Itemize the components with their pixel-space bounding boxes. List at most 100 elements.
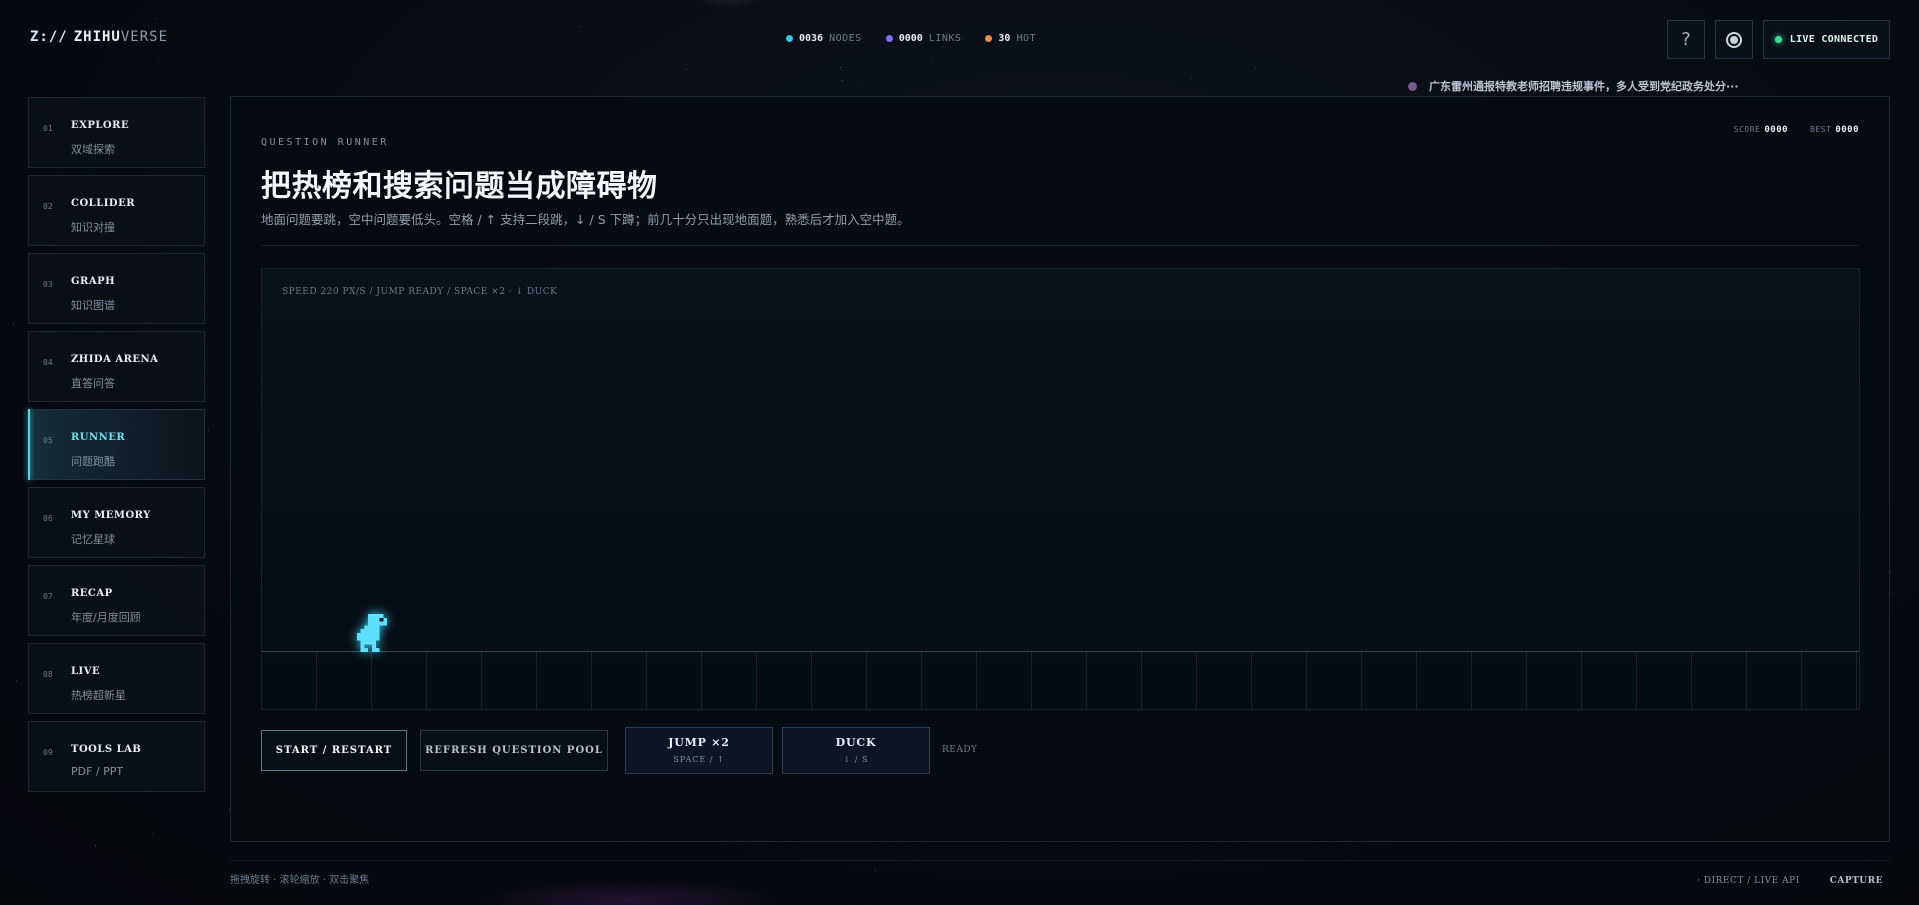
- sidebar-item-index: 05: [43, 436, 53, 445]
- live-label: LIVE CONNECTED: [1789, 34, 1879, 45]
- sidebar-item-sublabel: 知识图谱: [71, 299, 115, 312]
- logo-light: VERSE: [120, 29, 169, 45]
- stat-links: 0000 LINKS: [885, 33, 962, 44]
- sidebar-item-sublabel: 直答问答: [71, 377, 115, 390]
- duck-title: DUCK: [835, 736, 877, 749]
- footer-hints: 拖拽旋转 · 滚轮缩放 · 双击聚焦: [230, 875, 370, 886]
- section-eyebrow: QUESTION RUNNER: [261, 137, 389, 148]
- header-stats: 0036 NODES 0000 LINKS 30 HOT: [786, 33, 1036, 44]
- hot-dot-icon: [985, 35, 993, 42]
- sidebar-item-sublabel: 记忆星球: [71, 533, 115, 546]
- star-dot: [208, 430, 209, 431]
- start-restart-button[interactable]: START / RESTART: [261, 729, 407, 771]
- nodes-dot-icon: [786, 35, 793, 42]
- sidebar-item-label: TOOLS LAB: [71, 744, 142, 755]
- star-dot: [875, 870, 876, 871]
- sidebar-item-recap[interactable]: 07 RECAP 年度/月度回顾: [28, 565, 205, 636]
- sidebar-item-my-memory[interactable]: 06 MY MEMORY 记忆星球: [28, 487, 205, 558]
- best-display: BEST 0000: [1810, 125, 1859, 135]
- page-subtitle: 地面问题要跳，空中问题要低头。空格 / ↑ 支持二段跳，↓ / S 下蹲；前几十…: [261, 212, 910, 227]
- hot-ticker[interactable]: 广东雷州通报特教老师招聘违规事件，多人受到党纪政务处分···: [1408, 78, 1739, 94]
- sidebar-item-sublabel: 知识对撞: [71, 221, 115, 234]
- ground-floor: [262, 652, 1859, 709]
- stat-label: NODES: [829, 33, 862, 44]
- sidebar-item-sublabel: 问题跑酷: [71, 455, 115, 468]
- help-button[interactable]: ?: [1667, 20, 1705, 59]
- sidebar-item-live[interactable]: 08 LIVE 热榜超新星: [28, 643, 205, 714]
- links-dot-icon: [885, 35, 893, 42]
- stat-value: 30: [998, 33, 1011, 44]
- star-dot: [840, 67, 841, 68]
- sidebar-item-label: RUNNER: [71, 432, 126, 443]
- sidebar-item-label: COLLIDER: [71, 198, 136, 209]
- star-dot: [943, 46, 944, 47]
- sidebar-item-graph[interactable]: 03 GRAPH 知识图谱: [28, 253, 205, 324]
- duck-button[interactable]: DUCK ↓ / S: [782, 726, 930, 774]
- sidebar-item-index: 08: [43, 670, 53, 679]
- star-dot: [1191, 77, 1192, 78]
- game-controls: START / RESTART REFRESH QUESTION POOL JU…: [261, 726, 978, 774]
- ticker-dot-icon: [1408, 81, 1417, 91]
- logo-bold: ZHIHU: [73, 29, 121, 45]
- game-hud: SPEED 220 PX/S / JUMP READY / SPACE ×2 ·…: [282, 287, 558, 297]
- runner-panel: QUESTION RUNNER SCORE 0000 BEST 0000 把热榜和搜…: [230, 96, 1890, 842]
- page-title: 把热榜和搜索问题当成障碍物: [261, 169, 658, 204]
- api-mode-label: · DIRECT / LIVE API: [1697, 876, 1800, 886]
- sidebar-item-label: GRAPH: [71, 276, 116, 287]
- jump-keys: SPACE / ↑: [673, 755, 725, 764]
- score-label: SCORE: [1733, 125, 1761, 134]
- sidebar-item-index: 02: [43, 202, 53, 211]
- stat-nodes: 0036 NODES: [786, 33, 862, 44]
- theme-toggle-icon: [1726, 31, 1742, 48]
- stat-label: LINKS: [928, 33, 962, 44]
- sidebar-item-label: EXPLORE: [71, 120, 130, 131]
- sidebar-item-collider[interactable]: 02 COLLIDER 知识对撞: [28, 175, 205, 246]
- ticker-text: 广东雷州通报特教老师招聘违规事件，多人受到党纪政务处分···: [1429, 80, 1739, 93]
- theme-toggle-button[interactable]: [1715, 20, 1753, 59]
- pixel-dino-icon: [356, 614, 388, 652]
- star-dot: [1255, 68, 1256, 69]
- stat-value: 0036: [799, 33, 824, 44]
- sidebar-item-explore[interactable]: 01 EXPLORE 双域探索: [28, 97, 205, 168]
- sidebar-item-label: MY MEMORY: [71, 510, 151, 521]
- star-dot: [1891, 592, 1892, 593]
- star-dot: [580, 26, 581, 27]
- sidebar-item-index: 06: [43, 514, 53, 523]
- star-dot: [1890, 571, 1891, 572]
- sidebar-item-sublabel: 年度/月度回顾: [71, 611, 141, 624]
- game-canvas[interactable]: SPEED 220 PX/S / JUMP READY / SPACE ×2 ·…: [261, 268, 1860, 710]
- background-glow: [480, 880, 780, 905]
- sidebar-item-sublabel: 双域探索: [71, 143, 115, 156]
- sidebar-item-label: RECAP: [71, 588, 113, 599]
- best-label: BEST: [1810, 125, 1832, 134]
- background-glow: [690, 0, 770, 10]
- star-dot: [158, 61, 159, 62]
- logo-mark: Z://: [30, 29, 68, 45]
- sidebar-item-tools-lab[interactable]: 09 TOOLS LAB PDF / PPT: [28, 721, 205, 792]
- sidebar-item-sublabel: 热榜超新星: [71, 689, 126, 702]
- sidebar-item-sublabel: PDF / PPT: [71, 765, 124, 778]
- app-logo[interactable]: Z:// ZHIHUVERSE: [30, 29, 168, 45]
- duck-keys: ↓ / S: [843, 755, 869, 764]
- star-dot: [860, 81, 861, 82]
- sidebar-item-zhida-arena[interactable]: 04 ZHIDA ARENA 直答问答: [28, 331, 205, 402]
- star-dot: [842, 80, 843, 81]
- star-dot: [13, 323, 14, 324]
- jump-button[interactable]: JUMP ×2 SPACE / ↑: [625, 726, 773, 774]
- capture-button[interactable]: CAPTURE: [1830, 876, 1883, 886]
- best-value: 0000: [1835, 125, 1859, 135]
- stat-value: 0000: [898, 33, 923, 44]
- sidebar-item-index: 04: [43, 358, 53, 367]
- live-connection-button[interactable]: LIVE CONNECTED: [1763, 20, 1890, 59]
- game-status: READY: [942, 745, 978, 755]
- stat-label: HOT: [1016, 33, 1037, 44]
- score-display: SCORE 0000: [1734, 125, 1788, 135]
- stat-hot: 30 HOT: [985, 33, 1036, 44]
- star-dot: [95, 845, 96, 846]
- sidebar-item-runner[interactable]: 05 RUNNER 问题跑酷: [28, 409, 205, 480]
- star-dot: [152, 833, 153, 834]
- sidebar-item-label: ZHIDA ARENA: [71, 354, 159, 365]
- sidebar-item-index: 09: [43, 748, 53, 757]
- refresh-question-pool-button[interactable]: REFRESH QUESTION POOL: [420, 729, 608, 771]
- sidebar-nav: 01 EXPLORE 双域探索 02 COLLIDER 知识对撞 03 GRAP…: [28, 97, 205, 799]
